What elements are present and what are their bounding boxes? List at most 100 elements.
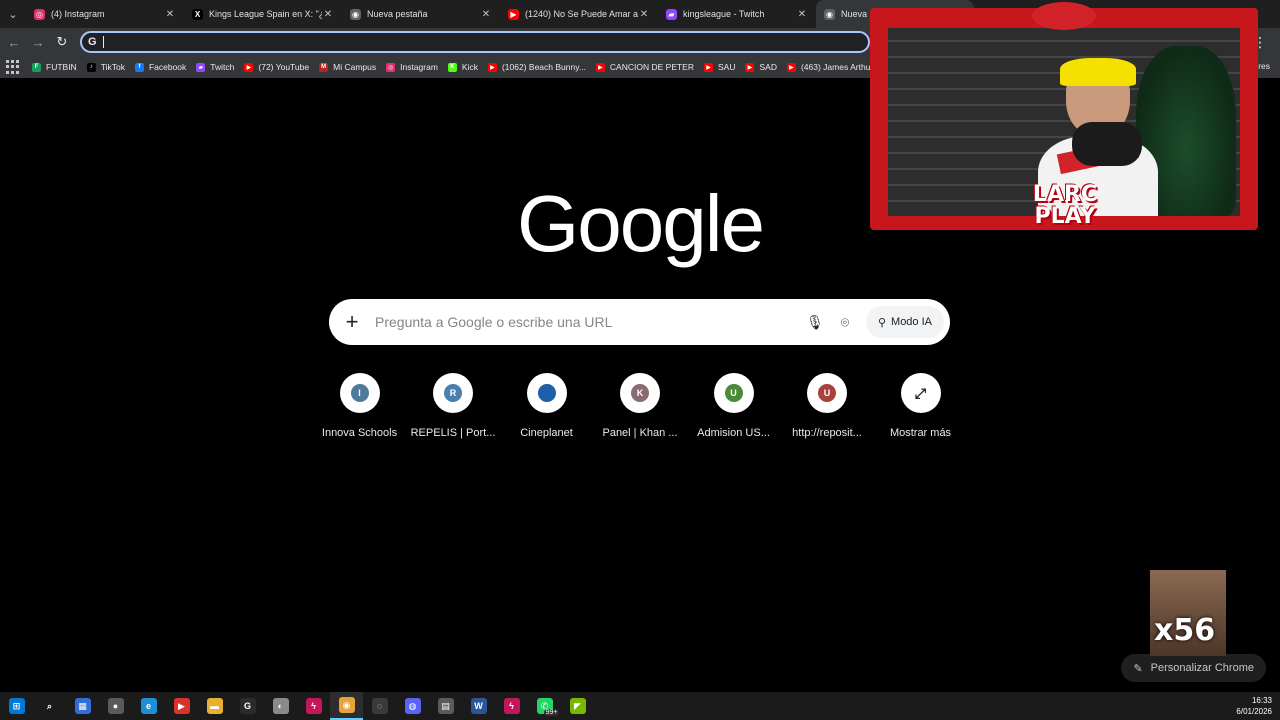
lens-search-button[interactable]: ⌾ — [830, 307, 860, 337]
tab-list: ◎ (4) Instagram ✕ X Kings League Spain en X:… — [26, 0, 974, 28]
reaction-count: x56 — [1154, 613, 1216, 648]
shortcut-favicon-icon: I — [350, 384, 369, 402]
shortcut-tile[interactable]: Uhttp://reposit... — [781, 373, 874, 439]
windows-start-icon: ⊞ — [8, 698, 25, 714]
channel-logo: LARC PLAY — [1018, 184, 1112, 244]
bookmark-item[interactable]: F FUTBIN — [32, 62, 77, 72]
shortcut-label: Admision US... — [697, 427, 770, 439]
bookmark-item[interactable]: ▶ SAD — [745, 62, 777, 72]
tab-close-button[interactable]: ✕ — [796, 9, 808, 20]
taskbar-button[interactable]: ◤ — [561, 692, 594, 720]
browser-tab[interactable]: ◉ Nueva pestaña ✕ — [342, 0, 500, 28]
shortcut-tile[interactable]: Cineplanet — [500, 373, 593, 439]
shortcut-icon-circle: ⤢ — [900, 373, 941, 413]
shortcut-tile[interactable]: U Admision US... — [687, 373, 780, 439]
shortcut-favicon-icon: U — [724, 384, 743, 402]
search-icon: ⌕ — [41, 698, 58, 714]
search-placeholder[interactable]: Pregunta a Google o escribe una URL — [375, 314, 800, 330]
tab-close-button[interactable]: ✕ — [638, 9, 650, 20]
tab-close-button[interactable]: ✕ — [480, 9, 492, 20]
bookmark-item[interactable]: ▶ (1062) Beach Bunny... — [487, 62, 586, 72]
add-button[interactable]: + — [329, 309, 375, 335]
show-more-shortcut[interactable]: ⤢ Mostrar más — [874, 373, 967, 439]
ai-search-icon: ⚲ — [877, 316, 887, 329]
ai-mode-label: Modo IA — [891, 316, 932, 328]
back-arrow-icon: ← — [7, 34, 21, 50]
taskbar-button[interactable]: ◌ — [363, 692, 396, 720]
bookmark-item[interactable]: K Kick — [447, 62, 478, 72]
tab-search-button[interactable]: ⌄ — [0, 0, 26, 28]
bookmark-item[interactable]: f Facebook — [134, 62, 187, 72]
youtube-icon: ▶ — [786, 62, 796, 72]
address-bar[interactable]: G — [80, 31, 870, 53]
bookmark-item[interactable]: ◎ Instagram — [386, 62, 438, 72]
taskbar-button[interactable]: ● — [99, 692, 132, 720]
bookmark-item[interactable]: ▶ CANCION DE PETER — [595, 62, 694, 72]
clock-date: 6/01/2026 — [1236, 707, 1272, 716]
reload-icon: ↻ — [56, 34, 68, 49]
taskbar-button[interactable]: W — [462, 692, 495, 720]
taskbar-button[interactable]: ▶ — [165, 692, 198, 720]
taskbar-button[interactable]: ◐ — [264, 692, 297, 720]
taskbar-button[interactable]: ✆ 99+ — [528, 692, 561, 720]
ntp-search-box[interactable]: + Pregunta a Google o escribe una URL 🎙 … — [329, 299, 950, 345]
twitch-icon: ▰ — [666, 8, 677, 20]
shortcut-tile[interactable]: R REPELIS | Port... — [407, 373, 500, 439]
campus-icon: M — [319, 62, 329, 72]
back-button[interactable]: ← — [2, 30, 26, 54]
shortcut-favicon-icon: ⤢ — [914, 384, 927, 401]
voice-search-button[interactable]: 🎙 — [800, 307, 830, 337]
taskbar-button[interactable]: ◉ — [330, 692, 363, 720]
shortcut-tile[interactable]: K Panel | Khan ... — [594, 373, 687, 439]
microphone-icon: 🎙 — [806, 313, 824, 330]
bookmark-item[interactable]: M Mi Campus — [319, 62, 376, 72]
file-explorer-icon: ▬ — [206, 698, 223, 714]
ai-mode-button[interactable]: ⚲ Modo IA — [865, 306, 944, 338]
taskbar-button[interactable]: ⊞ — [0, 692, 33, 720]
obs-icon: ◌ — [371, 698, 388, 714]
taskbar-button[interactable]: G — [231, 692, 264, 720]
browser-tab[interactable]: ▶ (1240) No Se Puede Amar a ✕ — [500, 0, 658, 28]
system-clock[interactable]: 16:33 6/01/2026 — [1236, 695, 1272, 717]
taskbar-button[interactable]: e — [132, 692, 165, 720]
shortcut-label: Innova Schools — [321, 427, 398, 439]
app-icon: ◐ — [272, 698, 289, 714]
taskbar-button[interactable]: ▤ — [429, 692, 462, 720]
shortcut-tile[interactable]: I Innova Schools — [313, 373, 406, 439]
reload-button[interactable]: ↻ — [50, 30, 74, 54]
taskbar-button[interactable]: ϟ — [495, 692, 528, 720]
edge-icon: e — [140, 698, 157, 714]
browser-tab[interactable]: ◎ (4) Instagram ✕ — [26, 0, 184, 28]
taskbar-button[interactable]: ⌕ — [33, 692, 66, 720]
tab-close-button[interactable]: ✕ — [322, 9, 334, 20]
shortcut-icon-circle: K — [620, 373, 660, 413]
shortcut-favicon-icon: U — [818, 384, 836, 402]
bookmark-item[interactable]: ▰ Twitch — [196, 62, 234, 72]
notification-badge: 99+ — [543, 708, 560, 716]
plus-icon: + — [345, 309, 359, 334]
channel-logo-line2: PLAY — [1034, 204, 1096, 229]
customize-chrome-button[interactable]: ✎ Personalizar Chrome — [1121, 654, 1266, 682]
taskbar-button[interactable]: ▬ — [198, 692, 231, 720]
shortcut-icon-circle — [526, 373, 567, 413]
youtube-icon: ▶ — [508, 8, 519, 20]
shortcut-label: Panel | Khan ... — [602, 427, 678, 439]
tab-close-button[interactable]: ✕ — [164, 9, 176, 20]
bookmark-item[interactable]: ▶ SAU — [704, 62, 735, 72]
taskbar-button[interactable]: ▦ — [66, 692, 99, 720]
bookmark-list: F FUTBIN ♪ TikTok f Facebook ▰ Twitch ▶ (72) YouT… — [32, 62, 896, 72]
google-g-icon: G — [88, 36, 97, 48]
forward-button[interactable]: → — [26, 30, 50, 54]
chrome-icon: ◉ — [824, 8, 835, 20]
apps-grid-icon[interactable] — [6, 60, 20, 74]
browser-tab[interactable]: ▰ kingsleague - Twitch ✕ — [658, 0, 816, 28]
chevron-down-icon: ⌄ — [8, 8, 18, 21]
taskbar-button[interactable]: ϟ — [297, 692, 330, 720]
browser-tab[interactable]: X Kings League Spain en X: "¿Cóm✕ — [184, 0, 342, 28]
shortcut-icon-circle: R — [433, 373, 473, 413]
bookmark-label: Facebook — [148, 62, 187, 72]
webcam-overlay: LARC PLAY — [870, 2, 1258, 230]
bookmark-item[interactable]: ▶ (72) YouTube — [244, 62, 309, 72]
taskbar-button[interactable]: ◍ — [396, 692, 429, 720]
bookmark-item[interactable]: ♪ TikTok — [86, 62, 125, 72]
